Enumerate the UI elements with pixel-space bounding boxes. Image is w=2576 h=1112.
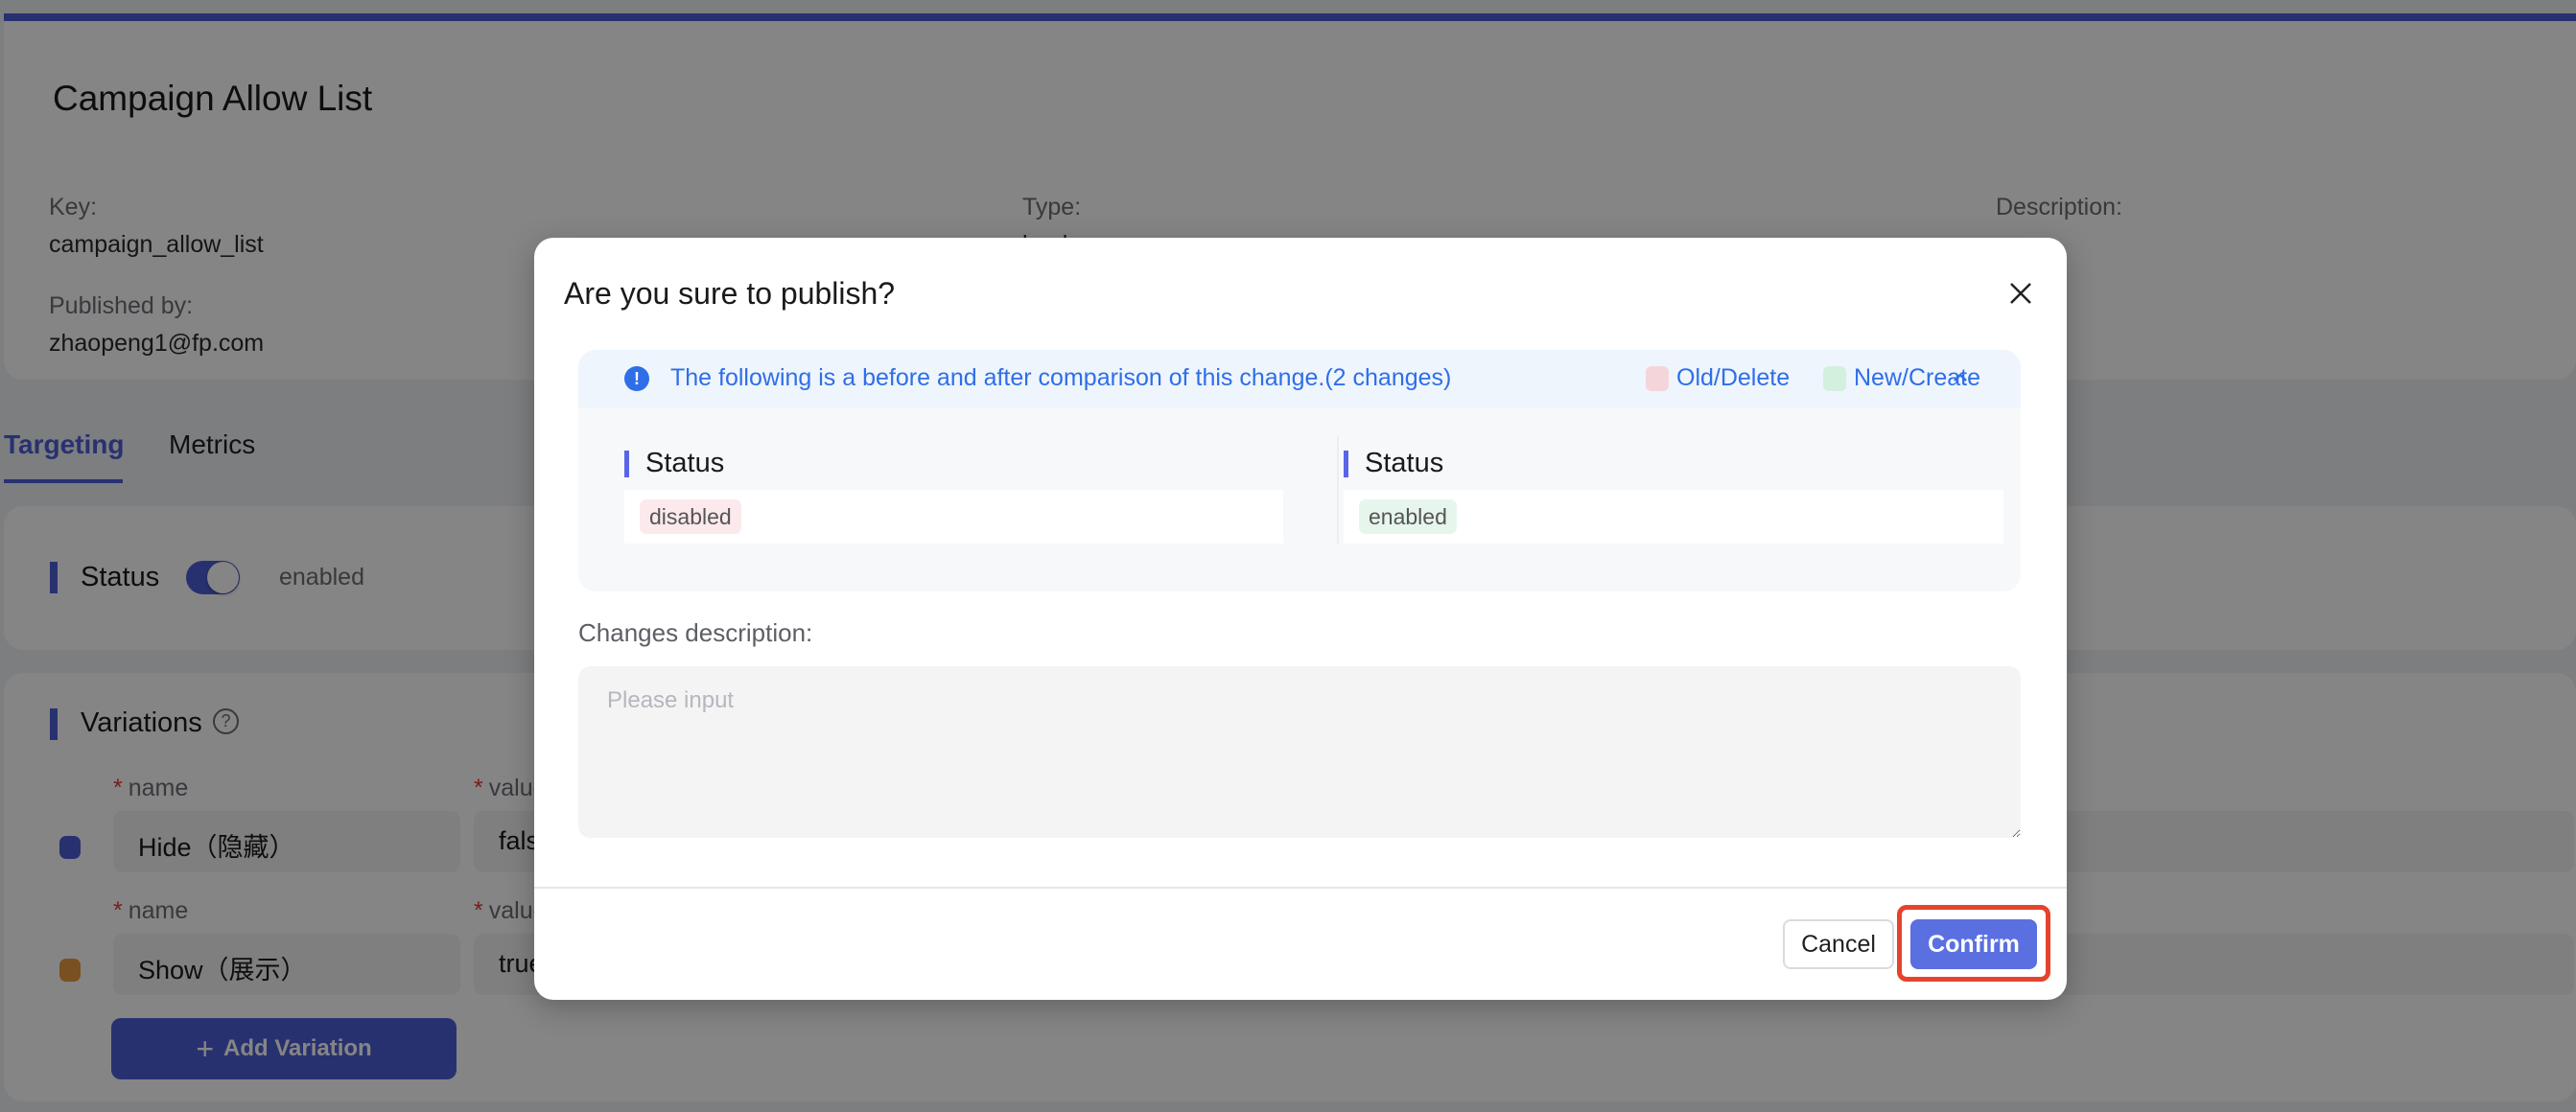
changes-description-input[interactable] xyxy=(578,666,2021,838)
info-icon: ! xyxy=(624,366,649,391)
old-delete-swatch xyxy=(1646,366,1669,391)
close-icon[interactable] xyxy=(2003,276,2038,311)
before-column-title: Status xyxy=(645,448,725,478)
publish-confirm-dialog: Are you sure to publish? ! The following… xyxy=(534,238,2067,1000)
comparison-info-text: The following is a before and after comp… xyxy=(670,364,1452,391)
cancel-button[interactable]: Cancel xyxy=(1783,919,1894,969)
legend-old-delete: Old/Delete xyxy=(1676,364,1791,391)
old-status-tag: disabled xyxy=(640,499,741,534)
new-status-tag: enabled xyxy=(1359,499,1457,534)
after-value-box: enabled xyxy=(1344,490,2003,544)
comparison-header: ! The following is a before and after co… xyxy=(578,350,2021,407)
before-value-box: disabled xyxy=(624,490,1283,544)
changes-description-label: Changes description: xyxy=(578,618,813,647)
chevron-up-icon[interactable] xyxy=(1948,365,1973,390)
column-accent-bar xyxy=(624,451,629,477)
after-column-title: Status xyxy=(1365,448,1444,478)
column-divider xyxy=(1337,436,1339,544)
footer-divider xyxy=(534,887,2067,889)
dialog-title: Are you sure to publish? xyxy=(564,276,896,311)
column-accent-bar xyxy=(1344,451,1348,477)
new-create-swatch xyxy=(1823,366,1846,391)
confirm-button[interactable]: Confirm xyxy=(1910,919,2037,969)
change-comparison-panel: ! The following is a before and after co… xyxy=(578,350,2021,591)
